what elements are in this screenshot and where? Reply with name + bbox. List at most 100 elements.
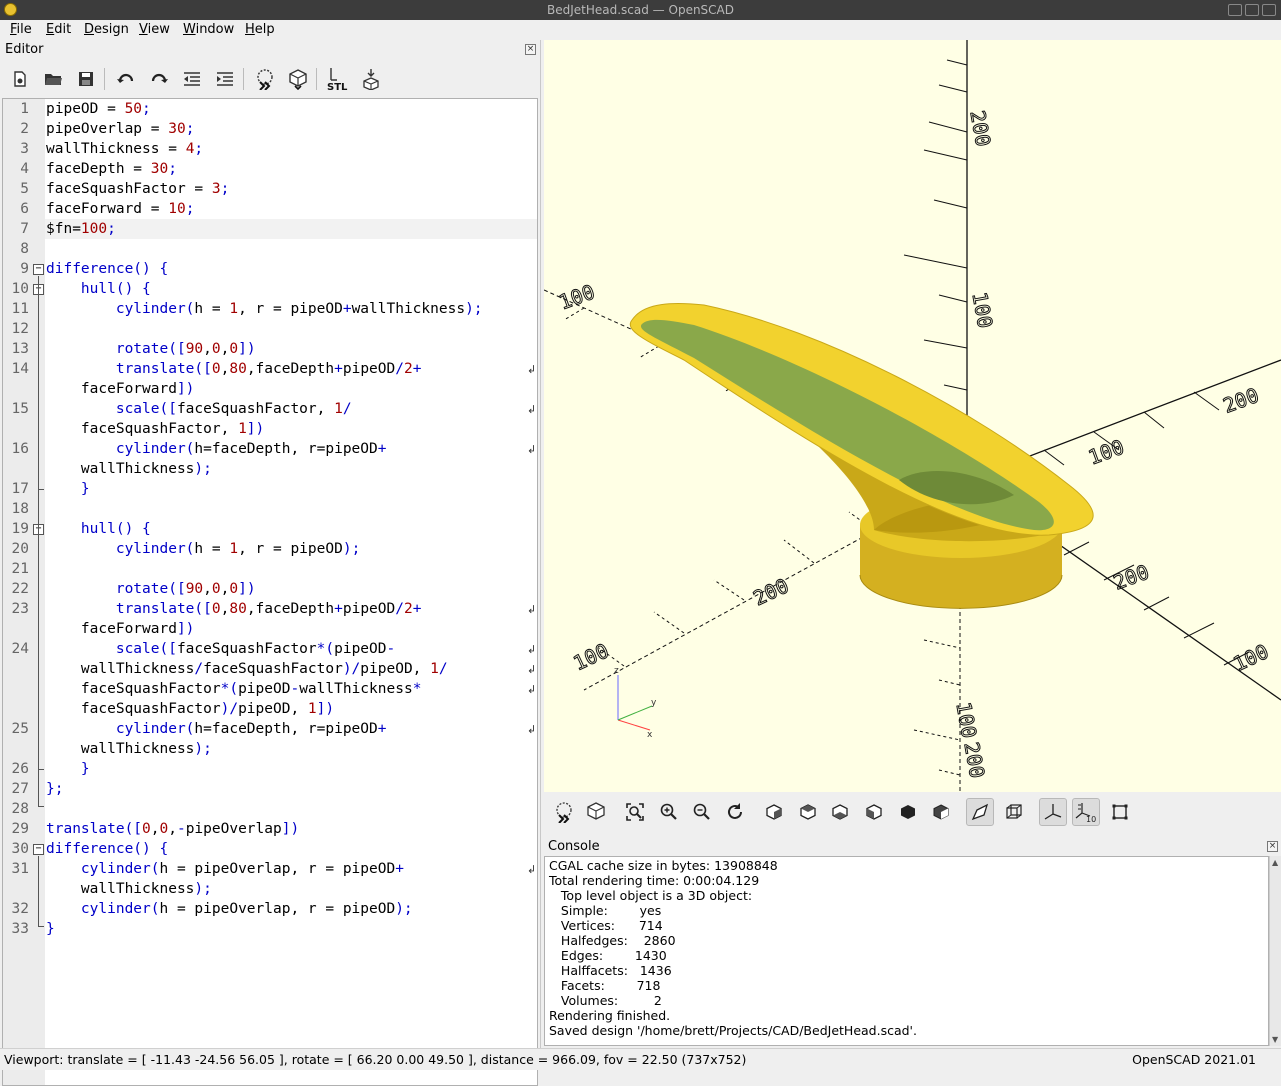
console-line: Vertices: 714: [549, 918, 663, 933]
z-axis-label-100: 100: [967, 290, 997, 330]
export-stl-icon[interactable]: STL: [325, 66, 351, 92]
line-number: 3: [20, 141, 29, 157]
menu-window[interactable]: Window: [183, 22, 234, 37]
render-icon[interactable]: [582, 798, 610, 826]
maximize-window-button[interactable]: [1245, 4, 1259, 16]
z-axis-ticks-negative: [913, 599, 961, 776]
view-back-icon[interactable]: [927, 798, 955, 826]
code-line: cylinder(h = pipeOverlap, r = pipeOD);: [80, 901, 413, 917]
view-top-icon[interactable]: [794, 798, 822, 826]
y-axis-ticks: [1043, 391, 1220, 466]
fold-toggle[interactable]: −: [33, 264, 44, 275]
zoom-out-icon[interactable]: [688, 798, 716, 826]
wrap-indicator-icon: ↲: [527, 363, 537, 376]
undo-icon[interactable]: [113, 66, 139, 92]
code-line: wallThickness/faceSquashFactor)/pipeOD, …: [46, 661, 448, 677]
line-number: 26: [11, 761, 29, 777]
wrap-indicator-icon: ↲: [527, 643, 537, 656]
current-line-highlight: [45, 219, 537, 239]
console-line: CGAL cache size in bytes: 13908848: [549, 858, 778, 873]
view-all-icon[interactable]: [621, 798, 649, 826]
console-close-button[interactable]: ×: [1267, 841, 1278, 852]
code-line: faceSquashFactor)/pipeOD, 1]): [46, 701, 335, 717]
console-line: Facets: 718: [549, 978, 661, 993]
indent-icon[interactable]: [212, 66, 238, 92]
fold-guide: [38, 769, 44, 770]
orthogonal-icon[interactable]: [1000, 798, 1028, 826]
scroll-down-icon[interactable]: ▼: [1272, 1035, 1278, 1044]
line-number: 15: [11, 401, 29, 417]
line-number: 6: [20, 201, 29, 217]
fold-toggle[interactable]: −: [33, 844, 44, 855]
gizmo-x-label: x: [647, 730, 653, 740]
line-number: 5: [20, 181, 29, 197]
perspective-icon[interactable]: [966, 798, 994, 826]
open-file-icon[interactable]: [40, 66, 66, 92]
minimize-window-button[interactable]: [1228, 4, 1242, 16]
fold-guide: [38, 806, 44, 807]
preview-icon[interactable]: [550, 798, 578, 826]
code-line: faceSquashFactor*(pipeOD-wallThickness*: [46, 681, 422, 697]
redo-icon[interactable]: [146, 66, 172, 92]
unindent-icon[interactable]: [179, 66, 205, 92]
menu-edit[interactable]: Edit: [46, 22, 71, 37]
3d-viewport[interactable]: 200 100 100 100 200 100 200 100 200 100 …: [544, 40, 1281, 792]
code-line: cylinder(h = pipeOverlap, r = pipeOD+: [80, 861, 404, 877]
console-line: Edges: 1430: [549, 948, 667, 963]
reset-view-icon[interactable]: [721, 798, 749, 826]
line-number: 23: [11, 601, 29, 617]
code-line: cylinder(h = 1, r = pipeOD);: [115, 541, 361, 557]
line-number: 12: [11, 321, 29, 337]
z-axis-label-200: 200: [965, 109, 995, 149]
status-bar: Viewport: translate = [ -11.43 -24.56 56…: [0, 1048, 1281, 1070]
y-axis-label-100: 100: [1085, 435, 1127, 470]
show-scale-icon[interactable]: 10: [1072, 798, 1100, 826]
render-icon[interactable]: [285, 66, 311, 92]
wrap-indicator-icon: ↲: [527, 863, 537, 876]
code-line: };: [46, 781, 64, 797]
console-output[interactable]: CGAL cache size in bytes: 13908848 Total …: [544, 856, 1269, 1046]
wrap-indicator-icon: ↲: [527, 663, 537, 676]
view-toolbar: 10: [544, 792, 1281, 832]
send-to-printer-icon[interactable]: [358, 66, 384, 92]
view-right-icon[interactable]: [760, 798, 788, 826]
x-axis-label-100: 200: [1110, 560, 1152, 595]
console-panel: Console × CGAL cache size in bytes: 1390…: [544, 838, 1281, 1048]
code-line: faceForward]): [46, 381, 195, 397]
menu-help[interactable]: Help: [245, 22, 275, 37]
line-number: 9: [20, 261, 29, 277]
show-axes-icon[interactable]: [1039, 798, 1067, 826]
zoom-in-icon[interactable]: [655, 798, 683, 826]
code-line: pipeOD = 50;: [46, 101, 151, 117]
fold-guide: [38, 856, 39, 926]
line-number: 14: [11, 361, 29, 377]
menu-design[interactable]: Design: [84, 22, 129, 37]
line-number: 22: [11, 581, 29, 597]
preview-icon[interactable]: [252, 66, 278, 92]
new-file-icon[interactable]: [7, 66, 33, 92]
view-bottom-icon[interactable]: [826, 798, 854, 826]
wrap-indicator-icon: ↲: [527, 403, 537, 416]
stl-label: STL: [327, 82, 348, 92]
editor-close-button[interactable]: ×: [525, 44, 536, 55]
line-number: 33: [11, 921, 29, 937]
wrap-indicator-icon: ↲: [527, 683, 537, 696]
code-line: hull() {: [80, 281, 151, 297]
scroll-up-icon[interactable]: ▲: [1272, 858, 1278, 867]
y-axis-negative-ticks: [598, 511, 875, 667]
openscad-app-icon: [4, 3, 17, 16]
code-line: cylinder(h=faceDepth, r=pipeOD+: [115, 441, 387, 457]
line-number: 1: [20, 101, 29, 117]
3d-scene: 200 100 100 100 200 100 200 100 200 100 …: [544, 40, 1281, 792]
code-editor[interactable]: 1 2 3 4 5 6 7 8 9 10 11 12 13 14 15 16 1…: [2, 98, 538, 1086]
menu-view[interactable]: View: [139, 22, 170, 37]
show-edges-icon[interactable]: [1106, 798, 1134, 826]
view-front-icon[interactable]: [894, 798, 922, 826]
close-window-button[interactable]: [1262, 4, 1276, 16]
console-line: Top level object is a 3D object:: [549, 888, 753, 903]
console-scrollbar[interactable]: ▲ ▼: [1269, 856, 1281, 1046]
code-line: faceSquashFactor, 1]): [46, 421, 265, 437]
view-left-icon[interactable]: [860, 798, 888, 826]
save-icon[interactable]: [73, 66, 99, 92]
menu-file[interactable]: File: [10, 22, 32, 37]
